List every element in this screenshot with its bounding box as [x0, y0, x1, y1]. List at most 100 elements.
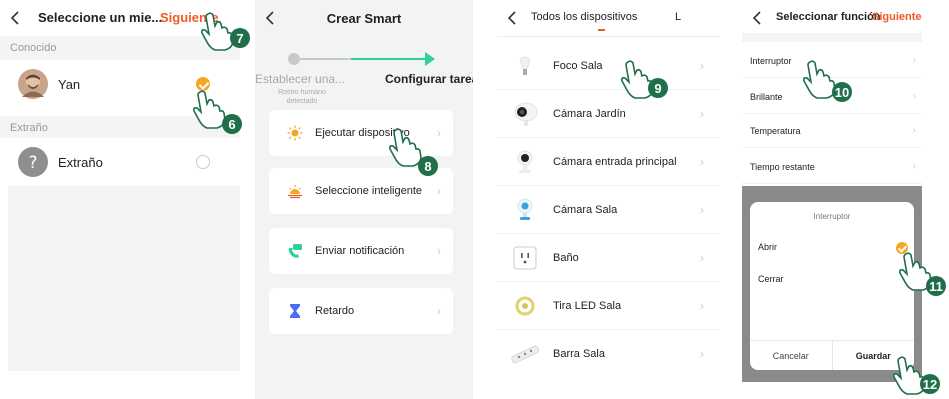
led-strip-icon — [511, 292, 539, 320]
step-badge: 10 — [832, 82, 852, 102]
chevron-right-icon: › — [700, 58, 704, 73]
dialog-title: Interruptor — [813, 212, 851, 221]
step-task-label: Configurar tarea — [385, 72, 473, 86]
function-row[interactable]: Tiempo restante › — [742, 150, 922, 184]
dialog-buttons: Cancelar Guardar — [750, 340, 914, 370]
bulb-icon — [511, 52, 539, 80]
step-badge: 9 — [648, 78, 668, 98]
next-button[interactable]: Siguiente — [872, 11, 922, 23]
device-row[interactable]: Cámara entrada principal › — [497, 138, 720, 186]
member-row-stranger[interactable]: ? Extraño — [0, 138, 240, 186]
card-run-device[interactable]: Ejecutar dispositivo › — [269, 110, 453, 156]
radio-unselected[interactable] — [196, 155, 210, 169]
tab-next[interactable]: L — [675, 11, 681, 23]
device-row[interactable]: Cámara Sala › — [497, 186, 720, 234]
plug-icon — [511, 244, 539, 272]
chevron-right-icon: › — [700, 154, 704, 169]
section-known: Conocido — [0, 36, 240, 60]
switch-dialog: Interruptor Abrir Cerrar Cancelar Guarda… — [750, 202, 914, 370]
function-label: Interruptor — [750, 55, 792, 66]
power-strip-icon — [511, 340, 540, 368]
page-title: Crear Smart — [326, 11, 402, 26]
device-row[interactable]: Foco Sala › — [497, 42, 720, 90]
chevron-right-icon: › — [912, 161, 916, 172]
chevron-right-icon: › — [700, 106, 704, 121]
back-arrow-icon[interactable] — [8, 10, 22, 26]
device-label: Cámara Jardín — [553, 107, 626, 120]
device-label: Barra Sala — [553, 348, 605, 360]
device-row[interactable]: Cámara Jardín › — [497, 90, 720, 138]
progress-dot — [288, 53, 300, 65]
save-button[interactable]: Guardar — [833, 341, 915, 370]
sun-icon — [287, 125, 303, 141]
chevron-right-icon: › — [700, 298, 704, 313]
unknown-person-icon: ? — [18, 147, 48, 177]
chevron-right-icon: › — [437, 184, 441, 198]
device-label: Baño — [553, 251, 579, 264]
camera-icon — [511, 148, 539, 176]
chevron-right-icon: › — [437, 304, 441, 318]
all-devices-screen: Todos los dispositivos L Foco Sala › Cám… — [497, 0, 720, 399]
create-smart-screen: Crear Smart Establecer una... Configurar… — [255, 0, 473, 399]
step-condition-sub: Rostro humano detectado — [278, 89, 326, 105]
header: Todos los dispositivos L — [497, 0, 720, 36]
selected-check-icon[interactable] — [196, 77, 210, 91]
step-badge: 11 — [926, 276, 946, 296]
svg-text:?: ? — [28, 153, 37, 173]
step-badge: 6 — [222, 114, 242, 134]
member-name: Yan — [58, 76, 81, 92]
header: Seleccione un mie... Siguiente — [0, 0, 240, 36]
header-spacer — [742, 33, 922, 42]
device-row[interactable]: Tira LED Sala › — [497, 282, 720, 330]
progress-arrow-icon — [425, 52, 435, 66]
card-label: Enviar notificación — [315, 245, 405, 257]
back-arrow-icon[interactable] — [750, 10, 764, 26]
card-delay[interactable]: Retardo › — [269, 288, 453, 334]
step-badge: 8 — [418, 156, 438, 176]
chevron-right-icon: › — [912, 125, 916, 136]
card-label: Retardo — [315, 305, 355, 317]
card-send-notification[interactable]: Enviar notificación › — [269, 228, 453, 274]
function-row[interactable]: Temperatura › — [742, 114, 922, 148]
function-label: Temperatura — [750, 125, 801, 136]
selected-check-icon — [896, 242, 908, 254]
avatar — [18, 69, 48, 99]
progress-line-active — [351, 58, 431, 60]
header: Seleccionar función Siguiente — [742, 0, 922, 36]
hourglass-icon — [287, 303, 303, 319]
section-stranger: Extraño — [0, 116, 240, 140]
cancel-button[interactable]: Cancelar — [750, 341, 833, 370]
page-title: Seleccione un mie... — [38, 10, 163, 25]
step-badge: 7 — [230, 28, 250, 48]
select-member-screen: Seleccione un mie... Siguiente Conocido … — [0, 0, 240, 399]
function-row[interactable]: Interruptor › — [742, 44, 922, 78]
option-close[interactable]: Cerrar — [758, 274, 784, 284]
device-label: Cámara Sala — [553, 203, 618, 216]
function-label: Tiempo restante — [750, 161, 815, 172]
tab-indicator — [598, 29, 605, 31]
device-label: Tira LED Sala — [553, 299, 622, 312]
phone-message-icon — [287, 243, 303, 259]
function-label: Brillante — [750, 91, 783, 102]
step-badge: 12 — [920, 374, 940, 394]
chevron-right-icon: › — [437, 126, 441, 140]
device-row[interactable]: Baño › — [497, 234, 720, 282]
empty-area — [8, 186, 240, 371]
option-open[interactable]: Abrir — [758, 242, 777, 252]
chevron-right-icon: › — [700, 250, 704, 265]
device-row[interactable]: Barra Sala › — [497, 330, 720, 378]
back-arrow-icon[interactable] — [505, 10, 519, 26]
function-row[interactable]: Brillante › — [742, 80, 922, 114]
member-row-yan[interactable]: Yan — [0, 60, 240, 108]
progress-line-done — [293, 58, 351, 60]
page-title: Seleccionar función — [776, 11, 881, 23]
device-label: Cámara entrada principal — [553, 155, 677, 168]
step-condition-label: Establecer una... — [255, 72, 346, 86]
chevron-right-icon: › — [912, 91, 916, 102]
next-button[interactable]: Siguiente — [160, 10, 219, 25]
tab-all-devices[interactable]: Todos los dispositivos — [531, 11, 637, 23]
chevron-right-icon: › — [700, 347, 704, 361]
card-label: Ejecutar dispositivo — [315, 127, 410, 139]
device-label: Foco Sala — [553, 59, 603, 72]
chevron-right-icon: › — [912, 55, 916, 66]
